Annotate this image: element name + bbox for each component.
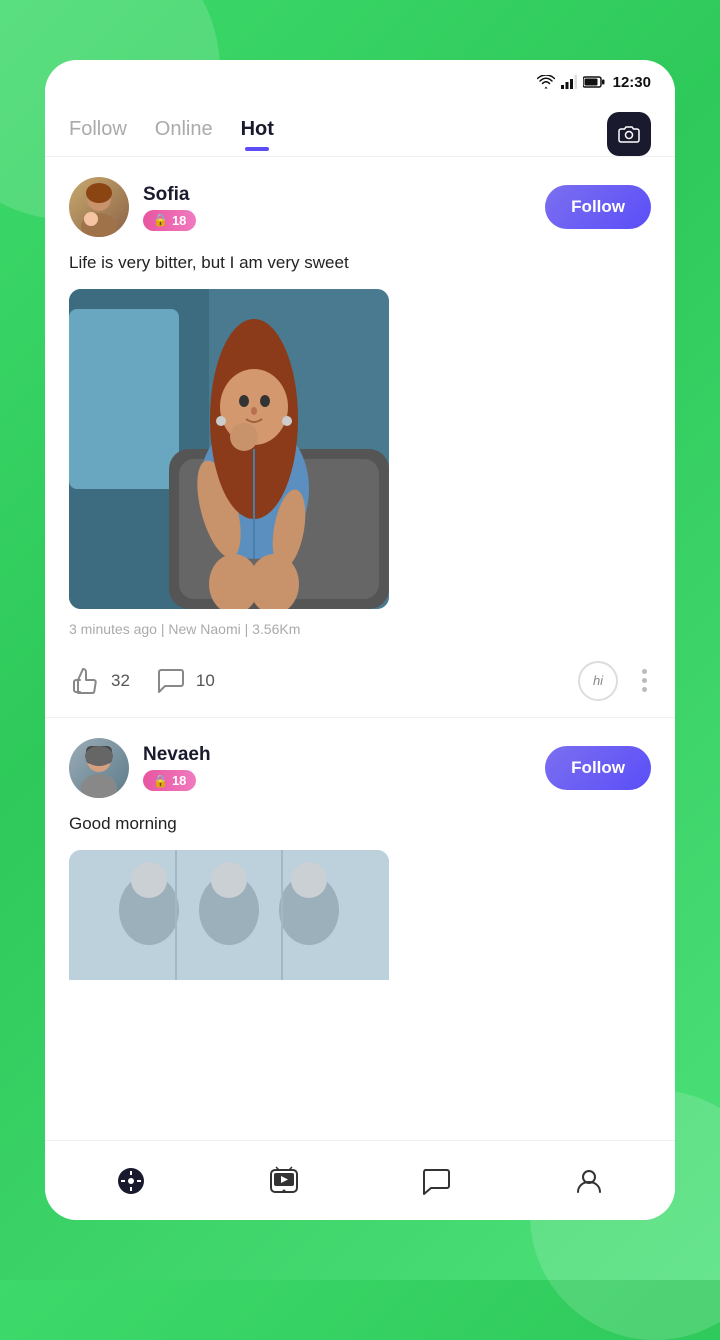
status-icons (537, 75, 605, 89)
post-1-actions: 32 10 hi (69, 651, 651, 717)
nav-profile[interactable] (559, 1151, 619, 1211)
post-1-username: Sofia (143, 184, 545, 206)
post-1-user-info: Sofia 🔒 18 (143, 184, 545, 231)
feed: Sofia 🔒 18 Follow Life is very bitter, b… (45, 157, 675, 1140)
tab-follow[interactable]: Follow (69, 118, 127, 151)
wifi-icon (537, 75, 555, 89)
status-time: 12:30 (613, 74, 651, 91)
post-2-image (69, 850, 389, 980)
post-1-follow-button[interactable]: Follow (545, 185, 651, 229)
avatar-sofia (69, 177, 129, 237)
battery-icon (583, 76, 605, 88)
post-1-text: Life is very bitter, but I am very sweet (69, 251, 651, 275)
signal-icon (561, 75, 577, 89)
phone-card: 12:30 Follow Online Hot (45, 60, 675, 1220)
post-2: Nevaeh 🔒 18 Follow Good morning (45, 718, 675, 980)
nav-chat[interactable] (406, 1151, 466, 1211)
nav-explore[interactable] (101, 1151, 161, 1211)
chat-icon (421, 1166, 451, 1196)
nav-video[interactable] (254, 1151, 314, 1211)
post-2-user-info: Nevaeh 🔒 18 (143, 744, 545, 791)
post-2-follow-button[interactable]: Follow (545, 746, 651, 790)
post-2-text: Good morning (69, 812, 651, 836)
like-count: 32 (111, 671, 130, 691)
more-button[interactable] (638, 665, 651, 696)
profile-icon (574, 1166, 604, 1196)
post-2-username: Nevaeh (143, 744, 545, 766)
status-bar: 12:30 (45, 60, 675, 104)
video-icon (269, 1166, 299, 1196)
like-button[interactable]: 32 (69, 664, 130, 698)
camera-button[interactable] (607, 112, 651, 156)
post-2-header: Nevaeh 🔒 18 Follow (69, 738, 651, 798)
explore-icon (116, 1166, 146, 1196)
tab-hot[interactable]: Hot (241, 118, 274, 151)
post-1-header: Sofia 🔒 18 Follow (69, 177, 651, 237)
thumbs-up-icon (72, 668, 100, 694)
camera-icon (618, 125, 640, 143)
comment-icon (157, 668, 185, 694)
post-2-badge-num: 18 (172, 773, 186, 788)
nav-tabs: Follow Online Hot (45, 104, 675, 156)
bottom-nav (45, 1140, 675, 1220)
post-1-badge: 🔒 18 (143, 210, 196, 231)
comment-count: 10 (196, 671, 215, 691)
tab-online[interactable]: Online (155, 118, 213, 151)
hi-button[interactable]: hi (578, 661, 618, 701)
avatar-nevaeh (69, 738, 129, 798)
post-1-meta: 3 minutes ago | New Naomi | 3.56Km (69, 621, 651, 637)
post-1-badge-num: 18 (172, 213, 186, 228)
post-1-image (69, 289, 389, 609)
comment-button[interactable]: 10 (154, 664, 215, 698)
post-1: Sofia 🔒 18 Follow Life is very bitter, b… (45, 157, 675, 717)
post-1-right-actions: hi (578, 661, 651, 701)
post-2-badge: 🔒 18 (143, 770, 196, 791)
